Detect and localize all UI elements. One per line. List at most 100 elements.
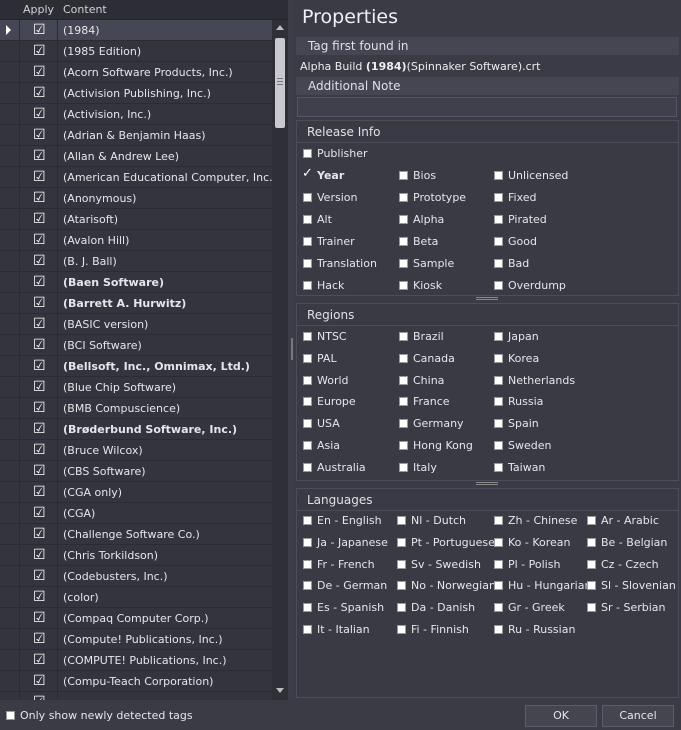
tag-row[interactable]: ☑ (Bellsoft, Inc., Omnimax, Ltd.) [0, 356, 272, 377]
checkbox-box[interactable] [587, 537, 596, 547]
only-new-tags-checkbox[interactable] [6, 711, 15, 720]
tag-row[interactable]: ☑ (color) [0, 587, 272, 608]
checkbox-box[interactable] [303, 375, 312, 385]
checkbox-box[interactable] [303, 149, 312, 158]
checkbox-box[interactable] [399, 397, 408, 407]
apply-checkbox[interactable]: ☑ [33, 316, 46, 332]
tag-row[interactable]: ☑ (Barrett A. Hurwitz) [0, 293, 272, 314]
tag-row[interactable]: ☑ (Blue Chip Software) [0, 377, 272, 398]
tag-row[interactable]: ☑ (B. J. Ball) [0, 251, 272, 272]
checkbox-box[interactable] [399, 462, 408, 472]
apply-checkbox[interactable]: ☑ [33, 43, 46, 59]
checkbox-box[interactable] [303, 462, 312, 472]
apply-checkbox[interactable]: ☑ [33, 337, 46, 353]
tag-row[interactable]: ☑ (Brøderbund Software, Inc.) [0, 419, 272, 440]
checkbox-box[interactable] [399, 419, 408, 429]
tag-row[interactable]: ☑ (Avalon Hill) [0, 230, 272, 251]
tag-row[interactable]: ☑ (Activision Publishing, Inc.) [0, 83, 272, 104]
tag-row[interactable]: ☑ (Allan & Andrew Lee) [0, 146, 272, 167]
checkbox-box[interactable] [303, 193, 312, 202]
tag-row[interactable]: ☑ (Atarisoft) [0, 209, 272, 230]
apply-checkbox[interactable]: ☑ [33, 421, 46, 437]
apply-checkbox[interactable]: ☑ [33, 253, 46, 269]
checkbox-box[interactable] [399, 171, 408, 180]
apply-checkbox[interactable]: ☑ [33, 85, 46, 101]
checkbox-box[interactable] [494, 559, 503, 569]
checkbox-box[interactable] [494, 537, 503, 547]
checkbox-box[interactable] [303, 419, 312, 429]
checkbox-box[interactable] [399, 353, 408, 363]
apply-checkbox[interactable]: ☑ [33, 295, 46, 311]
apply-checkbox[interactable]: ☑ [33, 442, 46, 458]
checkbox-box[interactable] [494, 332, 503, 341]
tag-row[interactable]: ☑ (Challenge Software Co.) [0, 524, 272, 545]
apply-checkbox[interactable]: ☑ [33, 358, 46, 374]
checkbox-box[interactable] [303, 259, 312, 268]
apply-checkbox[interactable]: ☑ [33, 379, 46, 395]
cancel-button[interactable]: Cancel [602, 705, 674, 727]
checkbox-box[interactable] [587, 581, 596, 591]
apply-checkbox[interactable]: ☑ [33, 547, 46, 563]
tag-row[interactable]: ☑ (Acorn Software Products, Inc.) [0, 62, 272, 83]
tag-row[interactable]: ☑ (Baen Software) [0, 272, 272, 293]
checkbox-box[interactable] [494, 259, 503, 268]
checkbox-box[interactable] [494, 171, 503, 180]
list-scrollbar[interactable] [272, 20, 288, 700]
checkbox-box[interactable] [494, 441, 503, 450]
apply-checkbox[interactable]: ☑ [33, 463, 46, 479]
tag-row[interactable]: ☑ (BCI Software) [0, 335, 272, 356]
checkbox-box[interactable] [399, 193, 408, 202]
apply-checkbox[interactable]: ☑ [33, 631, 46, 647]
checkbox-box[interactable] [494, 281, 503, 290]
tag-row[interactable]: ☑ (CGA) [0, 503, 272, 524]
scroll-down-icon[interactable] [276, 688, 284, 693]
checkbox-box[interactable] [494, 237, 503, 246]
apply-checkbox[interactable]: ☑ [33, 127, 46, 143]
checkbox-box[interactable] [494, 375, 503, 385]
apply-checkbox[interactable]: ☑ [33, 568, 46, 584]
scrollbar-thumb[interactable] [275, 38, 285, 128]
apply-checkbox[interactable]: ☑ [33, 190, 46, 206]
checkbox-box[interactable] [397, 516, 406, 525]
tag-row[interactable]: ☑ (Adrian & Benjamin Haas) [0, 125, 272, 146]
apply-checkbox[interactable]: ☑ [33, 505, 46, 521]
section-grip-icon[interactable] [476, 482, 498, 485]
checkbox-box[interactable] [303, 397, 312, 407]
tag-row[interactable]: ☑ (Anonymous) [0, 188, 272, 209]
apply-checkbox[interactable]: ☑ [33, 232, 46, 248]
only-new-tags-label[interactable]: Only show newly detected tags [20, 709, 193, 722]
checkbox-box[interactable] [587, 516, 596, 525]
section-grip-icon[interactable] [476, 297, 498, 300]
checkbox-box[interactable] [303, 516, 312, 525]
checkbox-box[interactable] [399, 281, 408, 290]
checkbox-box[interactable] [494, 516, 503, 525]
tag-row[interactable]: ☑ (CBS Software) [0, 461, 272, 482]
checkbox-box[interactable] [303, 625, 312, 634]
apply-checkbox[interactable]: ☑ [33, 484, 46, 500]
apply-checkbox[interactable]: ☑ [33, 610, 46, 626]
apply-checkbox[interactable]: ☑ [33, 169, 46, 185]
scroll-up-icon[interactable] [276, 25, 284, 30]
checkbox-box[interactable] [397, 559, 406, 569]
tag-row[interactable]: ☑ (Compaq Computer Corp.) [0, 608, 272, 629]
apply-checkbox[interactable]: ☑ [33, 673, 46, 689]
checkbox-box[interactable] [303, 353, 312, 363]
checkbox-box[interactable] [494, 193, 503, 202]
apply-checkbox[interactable]: ☑ [33, 274, 46, 290]
apply-checkbox[interactable]: ☑ [33, 211, 46, 227]
tag-row[interactable]: ☑ (American Educational Computer, Inc.) [0, 167, 272, 188]
apply-checkbox[interactable]: ☑ [33, 589, 46, 605]
checkbox-box[interactable] [303, 237, 312, 246]
checkbox-box[interactable] [494, 625, 503, 634]
apply-checkbox[interactable]: ☑ [33, 526, 46, 542]
checkbox-box[interactable] [303, 559, 312, 569]
checkbox-box[interactable] [303, 281, 312, 290]
checkbox-box[interactable] [397, 581, 406, 591]
apply-checkbox[interactable]: ☑ [33, 64, 46, 80]
checkbox-box[interactable] [303, 537, 312, 547]
checkbox-box[interactable] [302, 166, 313, 181]
checkbox-box[interactable] [587, 559, 596, 569]
checkbox-box[interactable] [303, 441, 312, 450]
tag-row[interactable]: ☑ (Compute! Publications, Inc.) [0, 629, 272, 650]
tag-row[interactable]: ☑ (Bruce Wilcox) [0, 440, 272, 461]
